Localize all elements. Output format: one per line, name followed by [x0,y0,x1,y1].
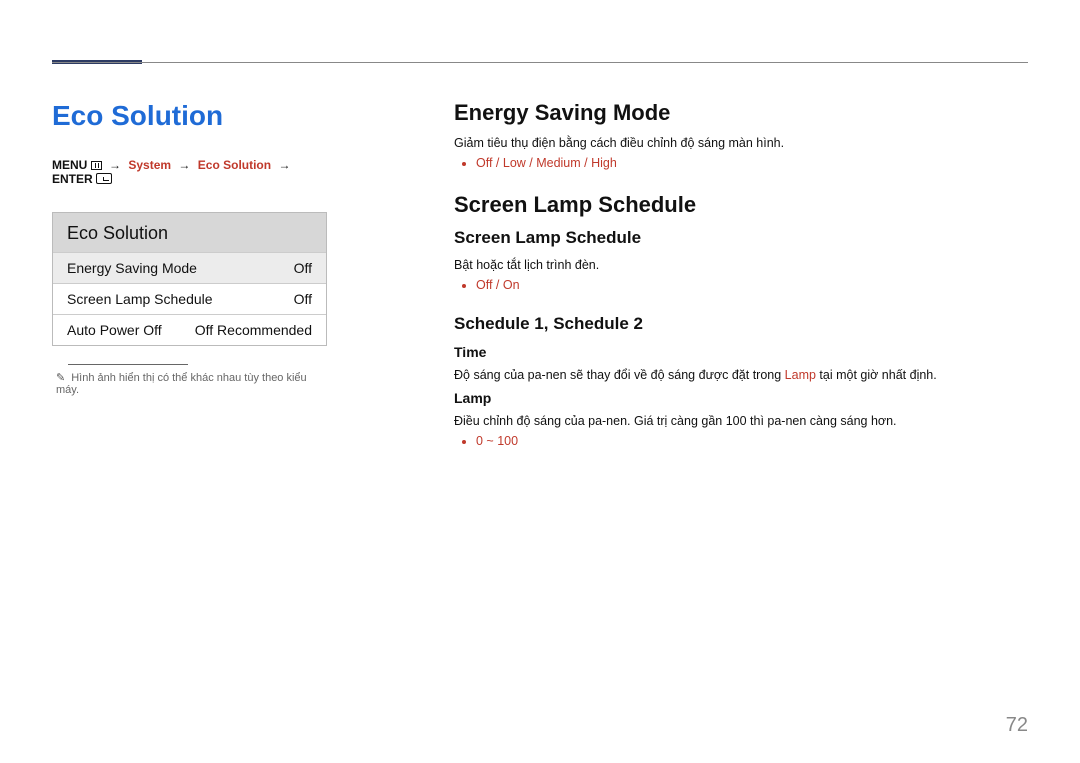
lamp-range: 0 ~ 100 [476,434,1028,448]
settings-panel: Eco Solution Energy Saving Mode Off Scre… [52,212,327,346]
lamp-value-desc: Điều chỉnh độ sáng của pa-nen. Giá trị c… [454,414,1028,428]
section-energy-title: Energy Saving Mode [454,100,1028,126]
crumb-eco: Eco Solution [198,158,271,172]
pen-icon: ✎ [56,372,65,384]
energy-desc: Giảm tiêu thụ điện bằng cách điều chỉnh … [454,136,1028,150]
row-value: Off [294,260,312,276]
row-label: Screen Lamp Schedule [67,291,213,307]
schedule-title: Schedule 1, Schedule 2 [454,314,1028,334]
panel-row-auto-power[interactable]: Auto Power Off Off Recommended [53,314,326,345]
footnote: ✎Hình ảnh hiển thị có thể khác nhau tùy … [52,371,327,396]
footnote-text: Hình ảnh hiển thị có thể khác nhau tùy t… [56,372,307,396]
page-number: 72 [1006,714,1028,737]
time-label: Time [454,344,1028,360]
row-label: Auto Power Off [67,322,162,338]
row-value: Off [294,291,312,307]
note-separator [68,364,188,365]
arrow-icon: → [174,158,194,172]
panel-row-lamp[interactable]: Screen Lamp Schedule Off [53,283,326,314]
lamp-options: Off / On [476,278,1028,292]
lamp-sub: Screen Lamp Schedule [454,228,1028,248]
lamp-desc: Bật hoặc tắt lịch trình đèn. [454,258,1028,272]
time-desc-b: tại một giờ nhất định. [816,368,937,382]
row-value: Off Recommended [195,322,312,338]
crumb-enter: ENTER [52,172,93,186]
header-rule [52,62,1028,63]
energy-options: Off / Low / Medium / High [476,156,1028,170]
time-desc: Độ sáng của pa-nen sẽ thay đổi về độ sán… [454,368,1028,382]
crumb-system: System [128,158,171,172]
enter-icon [96,173,112,184]
arrow-icon: → [105,158,125,172]
panel-row-energy[interactable]: Energy Saving Mode Off [53,252,326,283]
right-column: Energy Saving Mode Giảm tiêu thụ điện bằ… [454,100,1028,470]
lamp-value-label: Lamp [454,390,1028,406]
section-lamp-title: Screen Lamp Schedule [454,192,1028,218]
page-title: Eco Solution [52,100,327,132]
arrow-icon: → [274,158,294,172]
left-column: Eco Solution MENU → System → Eco Solutio… [52,100,327,396]
time-desc-accent: Lamp [785,368,816,382]
crumb-menu: MENU [52,158,87,172]
menu-icon [91,161,102,170]
breadcrumb: MENU → System → Eco Solution → ENTER [52,158,327,186]
time-desc-a: Độ sáng của pa-nen sẽ thay đổi về độ sán… [454,368,785,382]
row-label: Energy Saving Mode [67,260,197,276]
panel-header: Eco Solution [53,213,326,252]
